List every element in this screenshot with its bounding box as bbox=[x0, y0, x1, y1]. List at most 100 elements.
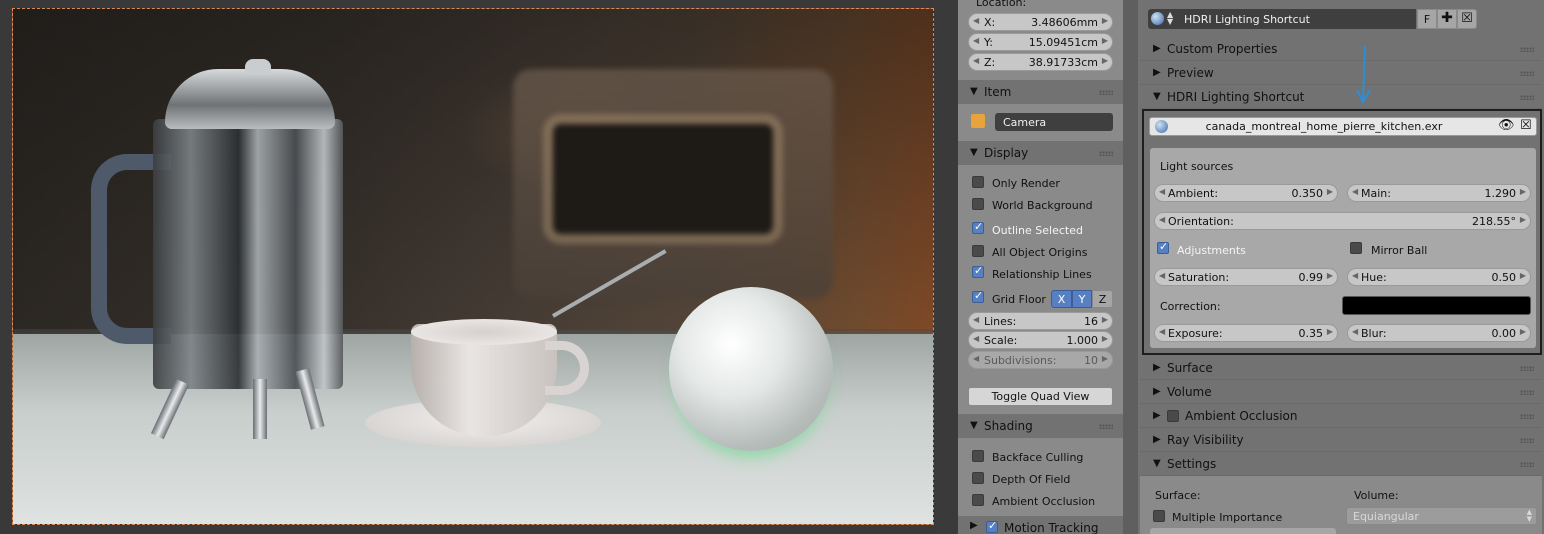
world-name-field[interactable]: HDRI Lighting Shortcut bbox=[1178, 9, 1416, 29]
drag-grip-icon[interactable] bbox=[1099, 151, 1113, 156]
only-render-checkbox[interactable] bbox=[972, 176, 984, 188]
preview-section[interactable]: ▶ Preview bbox=[1140, 61, 1542, 85]
grid-lines-field[interactable]: ◀ Lines: 16 ▶ bbox=[968, 312, 1113, 330]
increment-arrow-icon[interactable]: ▶ bbox=[1327, 327, 1333, 336]
ambient-occlusion-section[interactable]: ▶ Ambient Occlusion bbox=[1140, 404, 1542, 428]
increment-arrow-icon[interactable]: ▶ bbox=[1520, 187, 1526, 196]
drag-grip-icon[interactable] bbox=[1099, 90, 1113, 95]
drag-grip-icon[interactable] bbox=[1520, 71, 1534, 76]
ambient-occlusion-viewport-checkbox[interactable] bbox=[972, 494, 984, 506]
exposure-field[interactable]: ◀ Exposure: 0.35 ▶ bbox=[1154, 324, 1338, 342]
location-y-field[interactable]: ◀ Y: 15.09451cm ▶ bbox=[968, 33, 1113, 51]
increment-arrow-icon[interactable]: ▶ bbox=[1102, 315, 1108, 324]
motion-tracking-checkbox[interactable] bbox=[986, 519, 998, 533]
decrement-arrow-icon[interactable]: ◀ bbox=[1159, 215, 1165, 224]
increment-arrow-icon[interactable]: ▶ bbox=[1520, 327, 1526, 336]
increment-arrow-icon[interactable]: ▶ bbox=[1327, 187, 1333, 196]
drag-grip-icon[interactable] bbox=[1520, 438, 1534, 443]
decrement-arrow-icon[interactable]: ◀ bbox=[973, 56, 979, 65]
custom-properties-section[interactable]: ▶ Custom Properties bbox=[1140, 37, 1542, 61]
blur-field[interactable]: ◀ Blur: 0.00 ▶ bbox=[1347, 324, 1531, 342]
location-z-field[interactable]: ◀ Z: 38.91733cm ▶ bbox=[968, 53, 1113, 71]
all-object-origins-checkbox[interactable] bbox=[972, 245, 984, 257]
fake-user-button[interactable]: F bbox=[1417, 9, 1437, 29]
decrement-arrow-icon[interactable]: ◀ bbox=[973, 334, 979, 343]
drag-grip-icon[interactable] bbox=[1520, 414, 1534, 419]
shading-section-header[interactable]: ▼ Shading bbox=[958, 414, 1123, 438]
toggle-quad-view-button[interactable]: Toggle Quad View bbox=[968, 387, 1113, 406]
close-icon[interactable]: ☒ bbox=[1520, 118, 1532, 133]
backface-culling-checkbox[interactable] bbox=[972, 450, 984, 462]
adjustments-checkbox[interactable] bbox=[1157, 240, 1169, 254]
increment-arrow-icon[interactable]: ▶ bbox=[1102, 334, 1108, 343]
main-field[interactable]: ◀ Main: 1.290 ▶ bbox=[1347, 184, 1531, 202]
mirror-ball-checkbox[interactable] bbox=[1350, 242, 1362, 254]
ray-visibility-section[interactable]: ▶ Ray Visibility bbox=[1140, 428, 1542, 452]
multiple-importance-checkbox[interactable] bbox=[1153, 510, 1165, 522]
grid-axis-x-toggle[interactable]: X bbox=[1051, 290, 1072, 308]
drag-grip-icon[interactable] bbox=[1520, 95, 1534, 100]
decrement-arrow-icon[interactable]: ◀ bbox=[1352, 271, 1358, 280]
world-browse-button[interactable]: ▲ ▼ bbox=[1148, 9, 1178, 29]
increment-arrow-icon[interactable]: ▶ bbox=[1102, 36, 1108, 45]
hdri-lighting-section-header[interactable]: ▼ HDRI Lighting Shortcut bbox=[1140, 85, 1542, 109]
grid-axis-z-toggle[interactable]: Z bbox=[1092, 290, 1113, 308]
location-label: Location: bbox=[976, 0, 1027, 9]
increment-arrow-icon[interactable]: ▶ bbox=[1520, 215, 1526, 224]
3d-viewport[interactable] bbox=[0, 0, 958, 534]
orientation-field[interactable]: ◀ Orientation: 218.55° ▶ bbox=[1154, 212, 1531, 230]
location-x-field[interactable]: ◀ X: 3.48606mm ▶ bbox=[968, 13, 1113, 31]
relationship-lines-checkbox[interactable] bbox=[972, 264, 984, 278]
increment-arrow-icon[interactable]: ▶ bbox=[1520, 271, 1526, 280]
hue-field[interactable]: ◀ Hue: 0.50 ▶ bbox=[1347, 268, 1531, 286]
decrement-arrow-icon[interactable]: ◀ bbox=[973, 315, 979, 324]
saturation-field[interactable]: ◀ Saturation: 0.99 ▶ bbox=[1154, 268, 1338, 286]
ambient-occlusion-checkbox[interactable] bbox=[1167, 410, 1179, 422]
drag-grip-icon[interactable] bbox=[1520, 390, 1534, 395]
drag-grip-icon[interactable] bbox=[1520, 47, 1534, 52]
surface-section[interactable]: ▶ Surface bbox=[1140, 356, 1542, 380]
drag-grip-icon[interactable] bbox=[1520, 462, 1534, 467]
partially-visible-field[interactable] bbox=[1150, 528, 1336, 534]
field-value: 0.350 bbox=[1291, 187, 1324, 200]
increment-arrow-icon[interactable]: ▶ bbox=[1327, 271, 1333, 280]
decrement-arrow-icon[interactable]: ◀ bbox=[1159, 187, 1165, 196]
volume-sampling-dropdown[interactable]: Equiangular ▲ ▼ bbox=[1346, 507, 1537, 525]
decrement-arrow-icon[interactable]: ◀ bbox=[1159, 327, 1165, 336]
up-down-arrows-icon: ▲ ▼ bbox=[1167, 10, 1174, 26]
item-section-header[interactable]: ▼ Item bbox=[958, 80, 1123, 104]
grid-scale-field[interactable]: ◀ Scale: 1.000 ▶ bbox=[968, 331, 1113, 349]
drag-grip-icon[interactable] bbox=[1099, 424, 1113, 429]
unlink-world-icon[interactable]: ☒ bbox=[1457, 9, 1477, 29]
decrement-arrow-icon[interactable]: ◀ bbox=[973, 354, 979, 363]
decrement-arrow-icon[interactable]: ◀ bbox=[1352, 327, 1358, 336]
grid-floor-checkbox[interactable] bbox=[972, 289, 984, 303]
decrement-arrow-icon[interactable]: ◀ bbox=[1352, 187, 1358, 196]
grid-subdivisions-field[interactable]: ◀ Subdivisions: 10 ▶ bbox=[968, 351, 1113, 369]
add-new-world-icon[interactable]: ✚ bbox=[1437, 9, 1457, 29]
relationship-lines-label: Relationship Lines bbox=[992, 268, 1092, 281]
ambient-field[interactable]: ◀ Ambient: 0.350 ▶ bbox=[1154, 184, 1338, 202]
grid-axis-y-toggle[interactable]: Y bbox=[1072, 290, 1092, 308]
settings-section-header[interactable]: ▼ Settings bbox=[1140, 452, 1542, 476]
outline-selected-checkbox[interactable] bbox=[972, 220, 984, 234]
editor-divider[interactable] bbox=[1123, 0, 1138, 534]
field-label: Blur: bbox=[1361, 327, 1387, 340]
eye-icon[interactable]: 👁 bbox=[1498, 118, 1515, 133]
increment-arrow-icon[interactable]: ▶ bbox=[1102, 354, 1108, 363]
depth-of-field-checkbox[interactable] bbox=[972, 472, 984, 484]
world-background-checkbox[interactable] bbox=[972, 198, 984, 210]
decrement-arrow-icon[interactable]: ◀ bbox=[973, 16, 979, 25]
correction-color-swatch[interactable] bbox=[1342, 296, 1531, 315]
decrement-arrow-icon[interactable]: ◀ bbox=[1159, 271, 1165, 280]
drag-grip-icon[interactable] bbox=[1520, 366, 1534, 371]
section-title: Ambient Occlusion bbox=[1185, 409, 1298, 423]
hdri-file-field[interactable]: canada_montreal_home_pierre_kitchen.exr … bbox=[1149, 117, 1537, 136]
increment-arrow-icon[interactable]: ▶ bbox=[1102, 56, 1108, 65]
motion-tracking-section-header[interactable]: ▶ Motion Tracking bbox=[958, 516, 1123, 534]
object-name-field[interactable]: Camera bbox=[995, 113, 1113, 131]
display-section-header[interactable]: ▼ Display bbox=[958, 141, 1123, 165]
increment-arrow-icon[interactable]: ▶ bbox=[1102, 16, 1108, 25]
volume-section[interactable]: ▶ Volume bbox=[1140, 380, 1542, 404]
decrement-arrow-icon[interactable]: ◀ bbox=[973, 36, 979, 45]
